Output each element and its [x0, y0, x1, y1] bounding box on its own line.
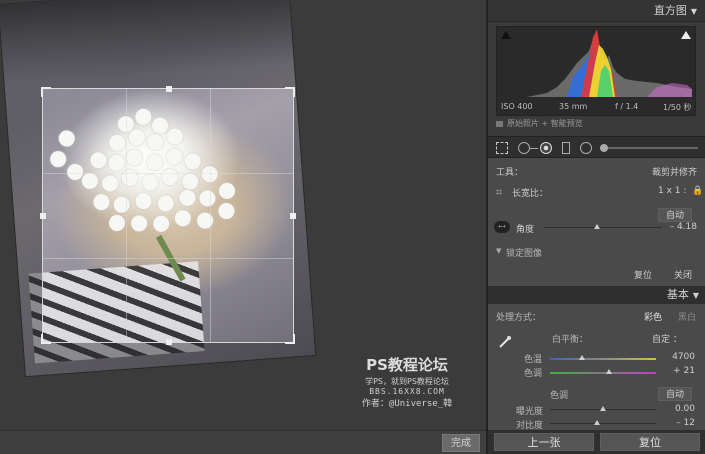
crop-grid-line: [126, 89, 127, 342]
panel-footer: 上一张 复位: [488, 430, 705, 454]
crop-overlay-left: [0, 88, 42, 343]
crop-handle-bottom[interactable]: [166, 339, 172, 345]
basic-header[interactable]: 基本 ▼: [488, 286, 705, 304]
watermark-title: PS教程论坛: [366, 356, 448, 374]
crop-handle-top-right[interactable]: [285, 87, 295, 97]
collapse-triangle-icon: ▼: [692, 291, 699, 300]
exif-info: ISO 400 35 mm f / 1.4 1/50 秒: [497, 101, 697, 115]
white-balance-eyedropper-icon[interactable]: [498, 334, 512, 348]
brush-slider-thumb[interactable]: [600, 144, 608, 152]
tool-label: 工具：: [496, 168, 524, 178]
watermark-author: 作者：@Universe_韓: [361, 399, 453, 409]
tint-value[interactable]: + 21: [673, 366, 695, 376]
preview-label: 原始照片 + 智能预览: [507, 119, 583, 128]
crop-grid-line: [210, 89, 211, 342]
radial-filter-icon[interactable]: [580, 142, 592, 154]
treatment-color[interactable]: 彩色: [644, 310, 662, 323]
previous-button[interactable]: 上一张: [494, 433, 594, 451]
watermark-slogan: 学PS，就到PS教程论坛: [365, 377, 449, 386]
lock-icon[interactable]: 🔒: [692, 186, 703, 196]
crop-handle-bottom-left[interactable]: [41, 334, 51, 344]
crop-close-button[interactable]: 关闭: [674, 268, 692, 281]
angle-slider[interactable]: [544, 227, 662, 228]
tone-auto-button[interactable]: 自动: [658, 387, 692, 401]
angle-value[interactable]: – 4.18: [670, 222, 697, 232]
tone-label: 色调: [550, 391, 569, 401]
crop-overlay-top: [0, 0, 486, 88]
basic-section: 处理方式： 彩色 黑白 白平衡： 自定 ： 色温 4700 色调 + 21 色调…: [488, 304, 705, 431]
aspect-label: 长宽比：: [512, 189, 549, 199]
crop-grid-icon[interactable]: ⌗: [496, 186, 502, 200]
basic-title: 基本: [666, 288, 689, 301]
exposure-label: 曝光度: [516, 407, 544, 417]
crop-reset-button[interactable]: 复位: [634, 268, 652, 281]
image-canvas: PS教程论坛 学PS，就到PS教程论坛 BBS.16XX8.COM 作者：@Un…: [0, 0, 486, 454]
lock-image-label[interactable]: 锁定图像: [506, 246, 542, 259]
exif-shutter: 1/50 秒: [663, 103, 692, 112]
exif-focal: 35 mm: [559, 102, 588, 111]
photo-viewport: PS教程论坛 学PS，就到PS教程论坛 BBS.16XX8.COM 作者：@Un…: [0, 0, 486, 430]
watermark: PS教程论坛 学PS，就到PS教程论坛 BBS.16XX8.COM 作者：@Un…: [352, 354, 462, 409]
preview-status: 原始照片 + 智能预览: [496, 118, 696, 132]
tool-strip: [488, 136, 705, 158]
crop-section: 工具： 裁剪并修齐 ⌗ 长宽比： 1 x 1 : 🔒 自动 ⟷ 角度 – 4.1…: [488, 158, 705, 286]
exposure-slider-thumb[interactable]: [600, 406, 606, 411]
angle-auto-button[interactable]: 自动: [658, 208, 692, 222]
treatment-label: 处理方式：: [496, 313, 542, 323]
exif-aperture: f / 1.4: [615, 102, 639, 111]
spot-removal-icon[interactable]: [518, 142, 530, 154]
preview-icon: [496, 120, 503, 127]
exif-iso: ISO 400: [501, 102, 533, 111]
brush-slider[interactable]: [600, 144, 698, 152]
histogram-title: 直方图: [653, 4, 687, 17]
done-button[interactable]: 完成: [442, 434, 480, 452]
angle-slider-thumb[interactable]: [594, 224, 601, 229]
highlight-clipping-icon[interactable]: [681, 31, 691, 39]
reset-button[interactable]: 复位: [600, 433, 700, 451]
treatment-bw[interactable]: 黑白: [678, 310, 696, 323]
crop-grid-line: [43, 173, 293, 174]
crop-handle-right[interactable]: [290, 213, 296, 219]
contrast-slider[interactable]: [550, 423, 656, 424]
tint-label: 色调: [524, 369, 543, 379]
watermark-url: BBS.16XX8.COM: [369, 387, 445, 396]
crop-handle-top-left[interactable]: [41, 87, 51, 97]
histogram: ISO 400 35 mm f / 1.4 1/50 秒: [496, 26, 696, 116]
temp-slider-thumb[interactable]: [578, 355, 585, 360]
crop-frame[interactable]: [40, 86, 296, 345]
crop-overlay-right: [294, 88, 486, 343]
red-eye-icon[interactable]: [540, 142, 552, 154]
straighten-tool-icon[interactable]: ⟷: [494, 221, 510, 233]
lock-disclosure-icon[interactable]: ▼: [496, 247, 501, 255]
tool-value: 裁剪并修齐: [651, 168, 697, 178]
wb-value[interactable]: 自定 ：: [652, 332, 682, 345]
spot-removal-line: [530, 148, 538, 149]
collapse-triangle-icon: ▼: [690, 7, 697, 16]
crop-grid-line: [43, 258, 293, 259]
graduated-filter-icon[interactable]: [562, 142, 570, 154]
aspect-value[interactable]: 1 x 1 :: [658, 186, 686, 196]
develop-panel: 直方图 ▼ ISO 400 35 mm f / 1.4 1/50 秒 原始照片 +…: [486, 0, 705, 454]
contrast-value[interactable]: – 12: [676, 418, 695, 428]
temp-label: 色温: [524, 355, 543, 365]
temp-slider[interactable]: [550, 358, 656, 360]
crop-tool-icon[interactable]: [496, 142, 508, 154]
crop-handle-top[interactable]: [166, 86, 172, 92]
canvas-toolbar: 完成: [0, 430, 486, 454]
lightroom-window: PS教程论坛 学PS，就到PS教程论坛 BBS.16XX8.COM 作者：@Un…: [0, 0, 705, 454]
contrast-slider-thumb[interactable]: [593, 420, 600, 425]
tint-slider[interactable]: [550, 372, 656, 374]
temp-value[interactable]: 4700: [672, 352, 695, 362]
tint-slider-thumb[interactable]: [606, 369, 613, 374]
crop-handle-left[interactable]: [40, 213, 46, 219]
crop-handle-bottom-right[interactable]: [285, 334, 295, 344]
exposure-value[interactable]: 0.00: [675, 404, 695, 414]
histogram-header[interactable]: 直方图 ▼: [488, 0, 705, 22]
shadow-clipping-icon[interactable]: [501, 31, 511, 39]
wb-label: 白平衡：: [552, 335, 589, 345]
angle-label: 角度: [516, 225, 535, 235]
